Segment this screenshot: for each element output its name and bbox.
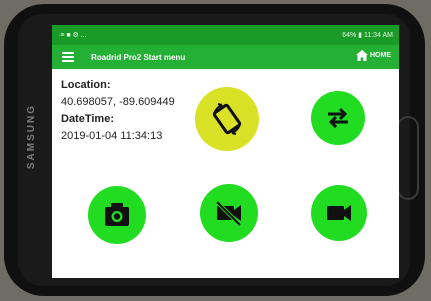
status-bar: ·≡ ■ ⚙ ... 64% ▮ 11:34 AM [52, 25, 399, 45]
device-brand: SAMSUNG [26, 104, 37, 170]
notification-icons: ·≡ ■ ⚙ ... [58, 32, 87, 39]
screen-rotation-icon [212, 103, 242, 135]
camera-icon [105, 203, 129, 226]
status-icons-left: ·≡ ■ ⚙ ... [58, 31, 87, 39]
status-text: 64% ▮ 11:34 AM [342, 32, 393, 39]
home-label: HOME [370, 52, 391, 59]
app-screen: ·≡ ■ ⚙ ... 64% ▮ 11:34 AM Roadrid Pro2 S… [52, 25, 399, 278]
app-title: Roadrid Pro2 Start menu [91, 52, 186, 62]
location-info: Location: 40.698057, -89.609449 DateTime… [61, 77, 175, 145]
phone-home-key[interactable] [397, 116, 419, 200]
location-label: Location: [61, 79, 111, 91]
swap-button[interactable] [311, 91, 365, 145]
app-bar: Roadrid Pro2 Start menu HOME [52, 45, 399, 69]
video-camera-icon [327, 205, 351, 221]
home-button[interactable]: HOME [356, 50, 391, 61]
camera-button[interactable] [88, 186, 146, 244]
video-off-button[interactable] [200, 184, 258, 242]
main-content: Location: 40.698057, -89.609449 DateTime… [52, 69, 399, 278]
status-icons-right: 64% ▮ 11:34 AM [342, 31, 393, 39]
swap-arrows-icon [328, 107, 348, 129]
video-record-button[interactable] [311, 185, 367, 241]
rotate-screen-button[interactable] [195, 87, 259, 151]
video-off-icon [215, 200, 242, 227]
datetime-value: 2019-01-04 11:34:13 [61, 130, 163, 142]
location-value: 40.698057, -89.609449 [61, 96, 175, 108]
hamburger-menu-icon[interactable] [62, 52, 74, 62]
home-icon [356, 50, 368, 61]
datetime-label: DateTime: [61, 113, 114, 125]
